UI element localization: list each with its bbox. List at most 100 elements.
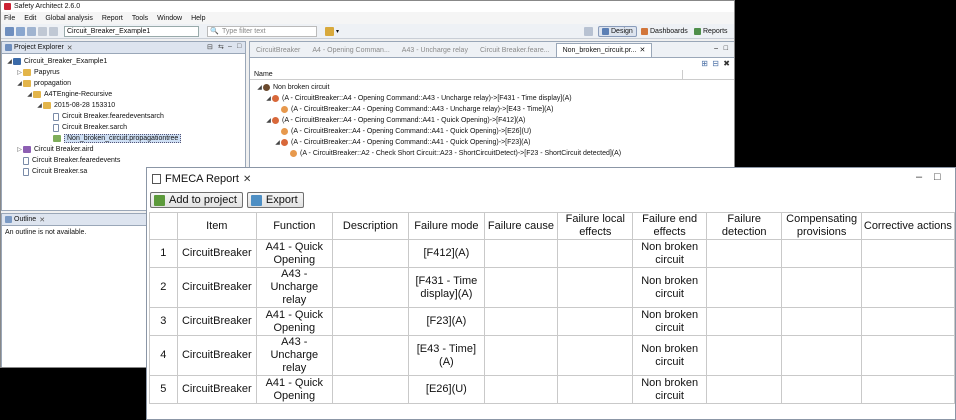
cell-local-effects[interactable] — [557, 375, 634, 404]
cell-function[interactable]: A41 - Quick Opening — [255, 375, 333, 404]
tree-item[interactable]: ◢ A4TEngine-Recursive — [2, 89, 245, 100]
col-header-description[interactable]: Description — [331, 212, 410, 240]
tree-row[interactable]: (A - CircuitBreaker::A4 - Opening Comman… — [250, 126, 734, 137]
cell-function[interactable]: A43 - Uncharge relay — [255, 335, 333, 376]
cell-item[interactable]: CircuitBreaker — [176, 307, 257, 336]
expanded-arrow-icon[interactable]: ◢ — [26, 91, 33, 98]
collapsed-arrow-icon[interactable]: ▷ — [16, 69, 23, 76]
cell-end-effects[interactable]: Non broken circuit — [632, 239, 708, 268]
close-icon[interactable]: ✕ — [39, 216, 45, 224]
cell-failure-mode[interactable]: [E26](U) — [408, 375, 485, 404]
menu-edit[interactable]: Edit — [24, 15, 36, 22]
close-icon[interactable]: ✕ — [243, 174, 251, 185]
tree-row[interactable]: ◢ (A - CircuitBreaker::A4 - Opening Comm… — [250, 137, 734, 148]
tree-row[interactable]: (A - CircuitBreaker::A2 - Check Short Ci… — [250, 148, 734, 159]
tab-uncharge-relay[interactable]: A43 - Uncharge relay — [396, 47, 474, 57]
cell-compensating[interactable] — [781, 375, 862, 404]
redo-icon[interactable] — [49, 26, 58, 36]
perspective-design[interactable]: Design — [598, 26, 637, 37]
cell-local-effects[interactable] — [557, 267, 634, 308]
col-header-compensating[interactable]: Compensating provisions — [781, 212, 862, 240]
tree-item[interactable]: ◢ propagation — [2, 78, 245, 89]
col-header-end-effects[interactable]: Failure end effects — [632, 212, 708, 240]
cell-detection[interactable] — [706, 335, 783, 376]
new-icon[interactable] — [5, 26, 14, 36]
tree-item[interactable]: Circuit Breaker.fearedeventsarch — [2, 111, 245, 122]
tree-item[interactable]: Circuit Breaker.fearedevents — [2, 155, 245, 166]
save-all-icon[interactable] — [27, 26, 36, 36]
link-editor-icon[interactable]: ⇆ — [218, 43, 224, 51]
cell-failure-mode[interactable]: [F23](A) — [408, 307, 485, 336]
expanded-arrow-icon[interactable]: ◢ — [274, 139, 281, 146]
minimize-icon[interactable]: – — [228, 43, 232, 50]
cell-end-effects[interactable]: Non broken circuit — [632, 267, 708, 308]
tree-row[interactable]: ◢ (A - CircuitBreaker::A4 - Opening Comm… — [250, 93, 734, 104]
minimize-icon[interactable]: – — [916, 171, 922, 183]
tree-item[interactable]: ▷ Circuit Breaker.aird — [2, 144, 245, 155]
maximize-icon[interactable]: □ — [934, 171, 941, 183]
expanded-arrow-icon[interactable]: ◢ — [265, 95, 272, 102]
perspective-reports[interactable]: Reports — [691, 26, 731, 37]
col-header-detection[interactable]: Failure detection — [706, 212, 783, 240]
cell-local-effects[interactable] — [557, 335, 634, 376]
export-button[interactable]: Export — [246, 192, 304, 208]
col-header-failure-mode[interactable]: Failure mode — [408, 212, 485, 240]
tree-item[interactable]: ▷ Papyrus — [2, 67, 245, 78]
remove-icon[interactable]: ✖ — [723, 59, 730, 68]
expanded-arrow-icon[interactable]: ◢ — [6, 58, 13, 65]
cell-corrective[interactable] — [860, 307, 956, 336]
project-explorer-tab[interactable]: Project Explorer ✕ ⊟ ⇆ – □ — [2, 42, 245, 54]
col-header-item[interactable]: Item — [176, 212, 257, 240]
cell-failure-cause[interactable] — [483, 375, 559, 404]
cell-detection[interactable] — [706, 375, 783, 404]
cell-description[interactable] — [331, 307, 410, 336]
table-row[interactable]: 1 CircuitBreaker A41 - Quick Opening [F4… — [149, 239, 956, 268]
cell-corrective[interactable] — [860, 267, 956, 308]
cell-description[interactable] — [331, 375, 410, 404]
menu-tools[interactable]: Tools — [132, 15, 148, 22]
cell-item[interactable]: CircuitBreaker — [176, 239, 257, 268]
cell-failure-cause[interactable] — [483, 239, 559, 268]
tree-row-root[interactable]: ◢ Non broken circuit — [250, 82, 734, 93]
tab-feared-events[interactable]: Circuit Breaker.feare... — [474, 47, 556, 57]
cell-end-effects[interactable]: Non broken circuit — [632, 307, 708, 336]
cell-function[interactable]: A41 - Quick Opening — [255, 307, 333, 336]
cell-detection[interactable] — [706, 307, 783, 336]
menu-global-analysis[interactable]: Global analysis — [45, 15, 92, 22]
cell-end-effects[interactable]: Non broken circuit — [632, 375, 708, 404]
cell-compensating[interactable] — [781, 335, 862, 376]
expanded-arrow-icon[interactable]: ◢ — [16, 80, 23, 87]
add-to-project-button[interactable]: Add to project — [150, 192, 243, 208]
undo-icon[interactable] — [38, 26, 47, 36]
cell-item[interactable]: CircuitBreaker — [176, 375, 257, 404]
perspective-dashboards[interactable]: Dashboards — [638, 26, 691, 37]
cell-failure-cause[interactable] — [483, 335, 559, 376]
tab-opening-command[interactable]: A4 - Opening Comman... — [306, 47, 395, 57]
collapse-all-icon[interactable]: ⊟ — [712, 59, 719, 68]
tree-item[interactable]: Circuit Breaker.sarch — [2, 122, 245, 133]
col-header-num[interactable] — [149, 212, 178, 240]
cell-compensating[interactable] — [781, 267, 862, 308]
save-icon[interactable] — [16, 26, 25, 36]
close-icon[interactable]: ✕ — [67, 44, 73, 52]
cell-description[interactable] — [331, 267, 410, 308]
menu-window[interactable]: Window — [157, 15, 182, 22]
tree-item[interactable]: ◢ Circuit_Breaker_Example1 — [2, 56, 245, 67]
col-header-function[interactable]: Function — [255, 212, 333, 240]
cell-item[interactable]: CircuitBreaker — [176, 267, 257, 308]
minimize-icon[interactable]: – — [714, 45, 718, 52]
table-row[interactable]: 2 CircuitBreaker A43 - Uncharge relay [F… — [149, 267, 956, 308]
tab-non-broken-circuit[interactable]: Non_broken_circuit.pr... ✕ — [555, 43, 653, 57]
cell-corrective[interactable] — [860, 375, 956, 404]
tree-row[interactable]: (A - CircuitBreaker::A4 - Opening Comman… — [250, 104, 734, 115]
tab-circuitbreaker[interactable]: CircuitBreaker — [250, 47, 306, 57]
expanded-arrow-icon[interactable]: ◢ — [256, 84, 263, 91]
collapse-all-icon[interactable]: ⊟ — [207, 43, 213, 51]
cell-description[interactable] — [331, 335, 410, 376]
cell-end-effects[interactable]: Non broken circuit — [632, 335, 708, 376]
tree-item-selected[interactable]: Non_broken_circuit.propagationtree — [2, 133, 245, 144]
table-row[interactable]: 4 CircuitBreaker A43 - Uncharge relay [E… — [149, 335, 956, 376]
cell-compensating[interactable] — [781, 239, 862, 268]
col-header-failure-cause[interactable]: Failure cause — [483, 212, 559, 240]
cell-function[interactable]: A41 - Quick Opening — [255, 239, 333, 268]
